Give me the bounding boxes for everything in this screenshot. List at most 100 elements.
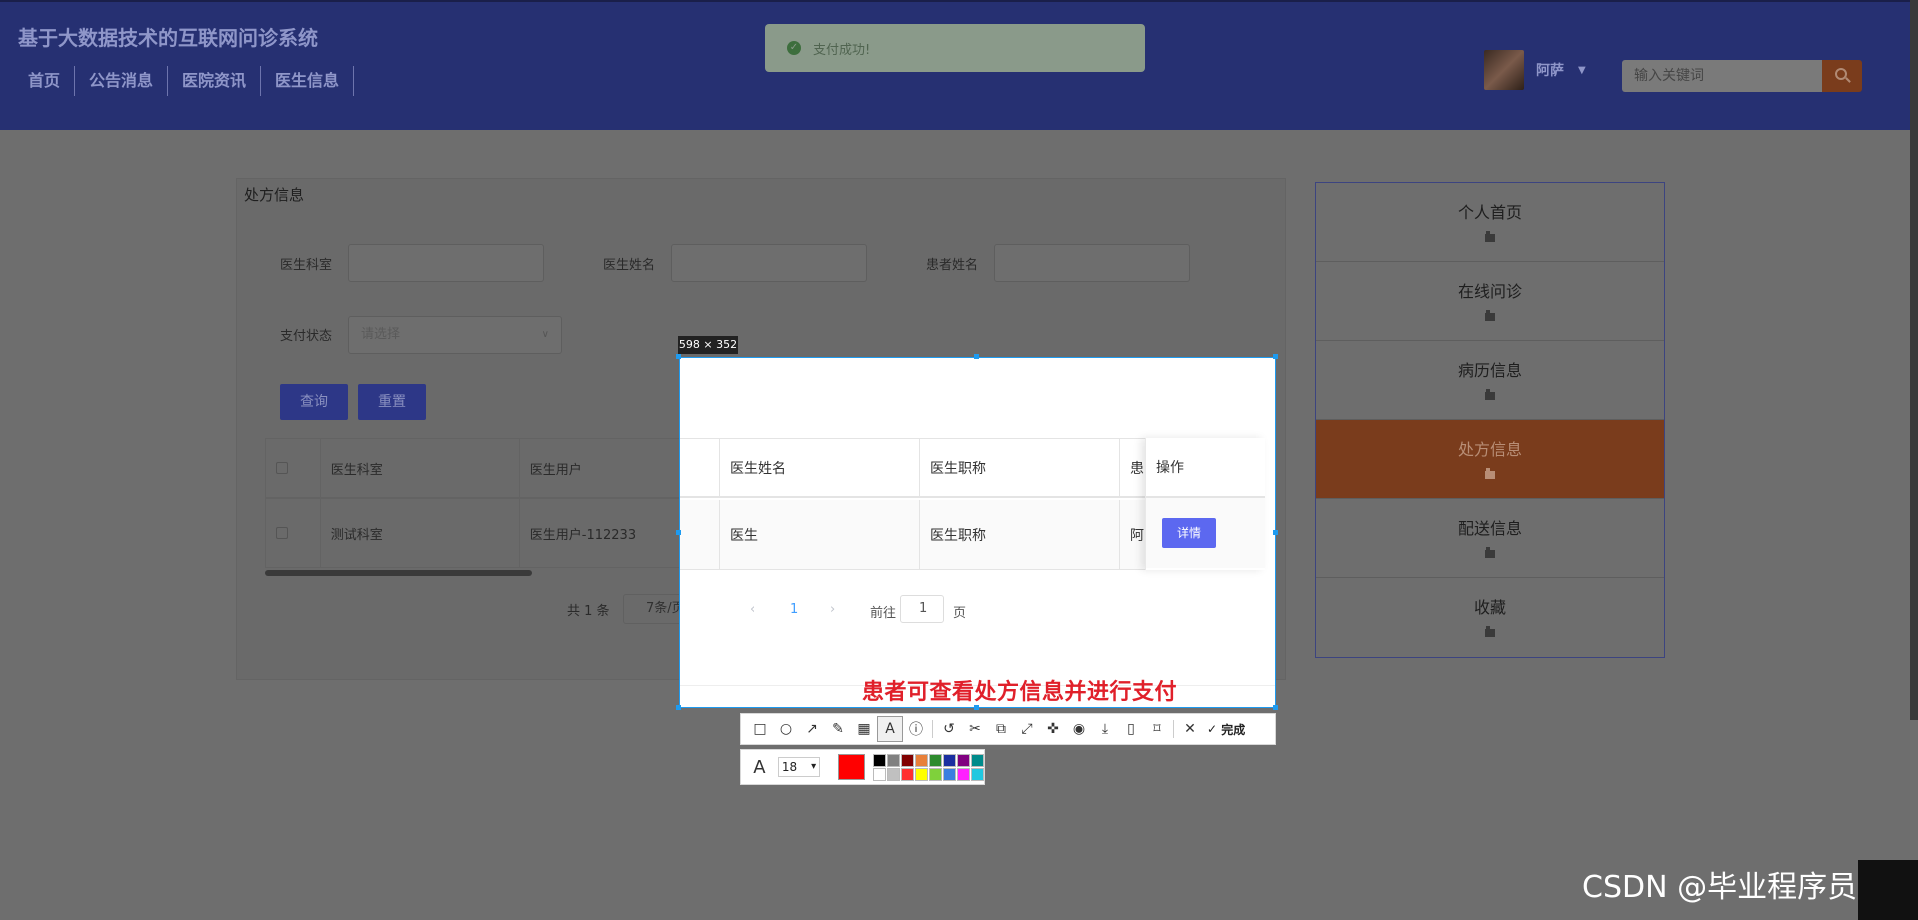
scroll-capture-icon[interactable]: ⤢ (1014, 716, 1040, 742)
color-swatch[interactable] (901, 753, 914, 767)
dept-label: 医生科室 (280, 258, 333, 273)
query-button[interactable]: 查询 (280, 384, 348, 420)
font-icon: A (753, 756, 766, 778)
color-swatch[interactable] (887, 767, 900, 781)
undo-icon[interactable]: ↺ (936, 716, 962, 742)
check-circle-icon: ✓ (787, 41, 801, 55)
next-page-icon[interactable]: › (830, 602, 835, 617)
search-input[interactable]: 输入关键词 (1622, 60, 1822, 92)
color-swatch[interactable] (915, 753, 928, 767)
color-swatch[interactable] (887, 753, 900, 767)
bookmark-icon[interactable]: ⌑ (1144, 716, 1170, 742)
select-all-checkbox[interactable] (276, 462, 288, 474)
pay-status-label: 支付状态 (280, 329, 333, 344)
patient-name-field[interactable] (994, 244, 1190, 282)
resize-handle[interactable] (676, 530, 681, 535)
sidebar-item-prescriptions[interactable]: 处方信息 (1316, 420, 1664, 499)
current-page[interactable]: 1 (790, 602, 798, 617)
username[interactable]: 阿萨 (1536, 60, 1564, 80)
sidebar-item-label: 处方信息 (1457, 440, 1522, 459)
nav-doctor-info[interactable]: 医生信息 (261, 66, 355, 96)
resize-handle[interactable] (974, 705, 979, 710)
cut-icon[interactable]: ✂ (962, 716, 988, 742)
page-title: 处方信息 (244, 186, 305, 204)
chevron-down-icon: ∨ (541, 329, 549, 340)
number-marker-icon[interactable]: ⓘ (903, 716, 929, 742)
goto-label: 前往 (870, 606, 897, 621)
col-dept: 医生科室 (321, 439, 520, 497)
color-swatch[interactable] (957, 767, 970, 781)
doctor-name-field[interactable] (671, 244, 867, 282)
color-swatch[interactable] (929, 753, 942, 767)
user-sidebar: 个人首页 在线问诊 病历信息 处方信息 配送信息 收藏 (1315, 182, 1665, 658)
sidebar-item-medical-records[interactable]: 病历信息 (1316, 341, 1664, 420)
chevron-down-icon[interactable]: ▼ (1578, 65, 1586, 76)
sidebar-item-delivery[interactable]: 配送信息 (1316, 499, 1664, 578)
ellipse-tool-icon[interactable]: ○ (773, 716, 799, 742)
sidebar-item-consultation[interactable]: 在线问诊 (1316, 262, 1664, 341)
reset-button[interactable]: 重置 (358, 384, 426, 420)
pin-icon[interactable]: ✜ (1040, 716, 1066, 742)
table-horizontal-scrollbar[interactable] (265, 570, 532, 576)
resize-handle[interactable] (1273, 705, 1278, 710)
resize-handle[interactable] (1273, 530, 1278, 535)
mosaic-tool-icon[interactable]: ▦ (851, 716, 877, 742)
download-icon[interactable]: ⤓ (1092, 716, 1118, 742)
resize-handle[interactable] (676, 705, 681, 710)
goto-page-input[interactable]: 1 (900, 595, 944, 623)
color-swatch[interactable] (943, 753, 956, 767)
color-palette (873, 753, 984, 781)
color-swatch[interactable] (929, 767, 942, 781)
pagination-total: 共 1 条 (567, 604, 610, 619)
search-button[interactable] (1822, 60, 1862, 92)
color-swatch[interactable] (971, 753, 984, 767)
nav-hospital-news[interactable]: 医院资讯 (168, 66, 262, 96)
resize-handle[interactable] (676, 354, 681, 359)
record-icon[interactable]: ◉ (1066, 716, 1092, 742)
color-swatch[interactable] (873, 767, 886, 781)
home-icon (1484, 468, 1496, 479)
capture-selection[interactable]: 医生姓名 医生职称 患 医生 医生职称 阿 操作 详情 ‹ 1 › 前往 1 页… (679, 357, 1276, 708)
sidebar-item-favorites[interactable]: 收藏 (1316, 578, 1664, 657)
pen-tool-icon[interactable]: ✎ (825, 716, 851, 742)
ocr-icon[interactable]: ⧉ (988, 716, 1014, 742)
pay-status-select[interactable]: 请选择 ∨ (348, 316, 562, 354)
resize-handle[interactable] (974, 354, 979, 359)
col-doctor-title: 医生职称 (920, 439, 1120, 496)
current-color-swatch[interactable] (838, 754, 865, 780)
done-label: 完成 (1221, 722, 1246, 737)
nav-announcements[interactable]: 公告消息 (75, 66, 169, 96)
top-header: 基于大数据技术的互联网问诊系统 首页 公告消息 医院资讯 医生信息 ✓ 支付成功… (0, 0, 1918, 130)
sidebar-item-label: 配送信息 (1457, 519, 1522, 538)
phone-icon[interactable]: ▯ (1118, 716, 1144, 742)
close-icon[interactable]: ✕ (1177, 716, 1203, 742)
prev-page-icon[interactable]: ‹ (750, 602, 755, 617)
color-swatch[interactable] (873, 753, 886, 767)
resize-handle[interactable] (1273, 354, 1278, 359)
color-swatch[interactable] (957, 753, 970, 767)
capture-annotation-text: 患者可查看处方信息并进行支付 (862, 680, 1178, 705)
color-swatch[interactable] (915, 767, 928, 781)
color-swatch[interactable] (943, 767, 956, 781)
pay-status-placeholder: 请选择 (361, 327, 401, 342)
dept-field[interactable] (348, 244, 544, 282)
font-size-select[interactable]: 18 (777, 757, 821, 777)
nav-home[interactable]: 首页 (14, 66, 76, 96)
detail-button[interactable]: 详情 (1162, 518, 1216, 548)
patient-name-label: 患者姓名 (926, 258, 979, 273)
color-swatch[interactable] (901, 767, 914, 781)
done-button[interactable]: ✓ 完成 (1207, 721, 1245, 738)
rectangle-tool-icon[interactable]: □ (747, 716, 773, 742)
user-menu[interactable]: 阿萨 ▼ (1484, 50, 1586, 90)
row-checkbox[interactable] (276, 527, 288, 539)
avatar[interactable] (1484, 50, 1524, 90)
text-tool-icon[interactable]: A (877, 716, 903, 742)
sidebar-item-home[interactable]: 个人首页 (1316, 183, 1664, 262)
arrow-tool-icon[interactable]: ↗ (799, 716, 825, 742)
home-icon (1484, 231, 1496, 242)
color-swatch[interactable] (971, 767, 984, 781)
page-scrollbar[interactable] (1910, 0, 1918, 720)
sidebar-item-label: 个人首页 (1457, 203, 1522, 222)
col-doctor-name: 医生姓名 (720, 439, 920, 496)
table-row[interactable]: 测试科室 医生用户-112233 (265, 498, 680, 568)
